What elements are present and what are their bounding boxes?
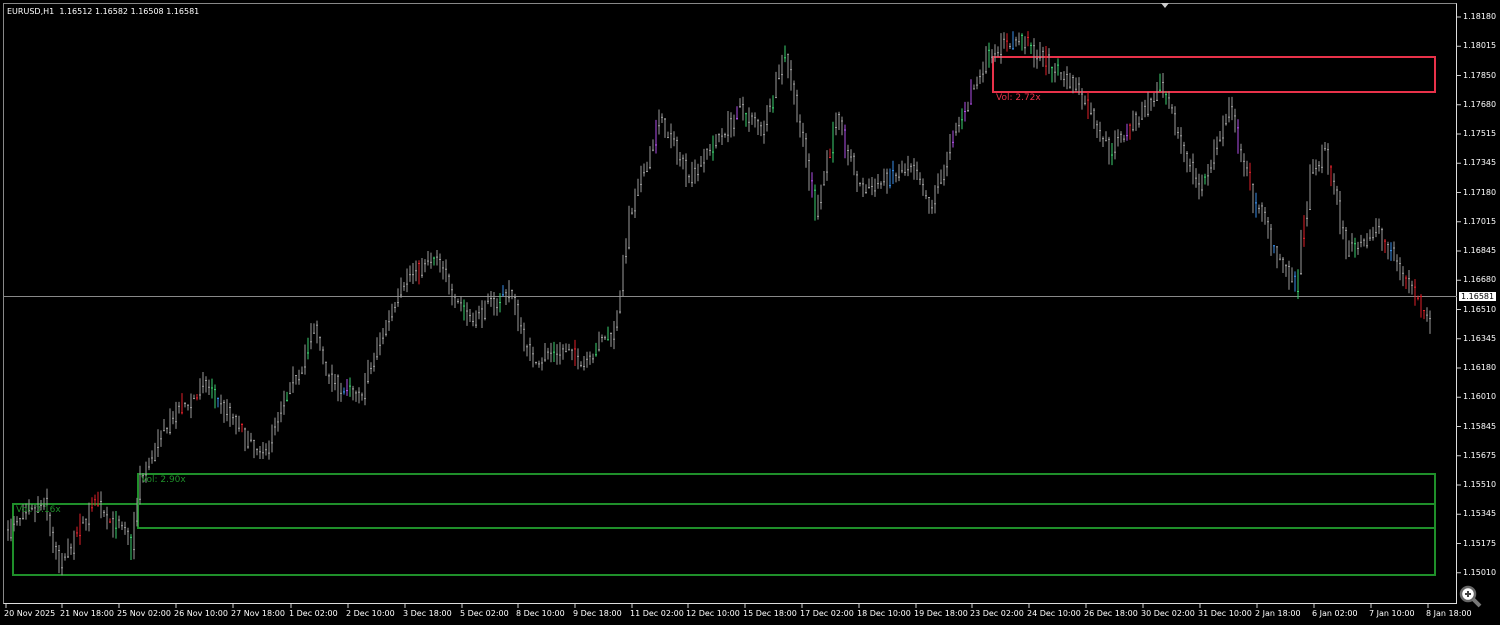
time-tick-label: 3 Dec 18:00: [403, 609, 452, 618]
zone-label: Vol: 3.16x: [16, 505, 61, 515]
zoom-in-icon[interactable]: [1458, 584, 1482, 608]
time-tick-label: 18 Dec 10:00: [857, 609, 911, 618]
zone-label: Vol: 2.90x: [141, 475, 186, 485]
time-tick-label: 5 Dec 02:00: [460, 609, 509, 618]
zone-label: Vol: 2.72x: [996, 93, 1041, 103]
time-tick-label: 25 Nov 02:00: [117, 609, 171, 618]
price-tick-label: 1.15510: [1463, 480, 1497, 489]
time-tick-label: 27 Nov 18:00: [231, 609, 285, 618]
price-tick-label: 1.16180: [1463, 363, 1497, 372]
time-tick-label: 2 Dec 10:00: [346, 609, 395, 618]
price-tick-label: 1.18015: [1463, 41, 1497, 51]
candles-layer: [4, 16, 1461, 608]
price-tick-label: 1.15010: [1463, 567, 1497, 577]
current-price-label: 1.16581: [1459, 292, 1497, 301]
time-tick-label: 26 Nov 10:00: [174, 609, 228, 618]
price-tick-label: 1.17680: [1463, 99, 1497, 109]
time-tick-label: 9 Dec 18:00: [573, 609, 622, 618]
price-tick-label: 1.16680: [1463, 275, 1497, 285]
time-tick-label: 31 Dec 10:00: [1198, 609, 1252, 618]
chart-shift-marker-icon[interactable]: [1161, 3, 1169, 8]
time-tick-label: 17 Dec 02:00: [800, 609, 854, 618]
time-tick-label: 6 Jan 02:00: [1312, 609, 1358, 618]
price-tick-label: 1.15845: [1463, 421, 1497, 431]
price-tick-label: 1.16510: [1463, 304, 1497, 314]
time-tick-label: 12 Dec 10:00: [686, 609, 740, 618]
time-tick-label: 24 Dec 10:00: [1027, 609, 1081, 618]
symbol-label: EURUSD,H1: [7, 7, 55, 16]
supply-zone: [992, 56, 1436, 93]
time-tick-label: 19 Dec 18:00: [914, 609, 968, 618]
ohlc-values: 1.16512 1.16582 1.16508 1.16581: [59, 7, 200, 16]
price-tick-label: 1.15345: [1463, 509, 1497, 519]
price-tick-label: 1.15675: [1463, 450, 1497, 460]
time-tick-label: 26 Dec 18:00: [1084, 609, 1138, 618]
time-tick-label: 8 Dec 10:00: [516, 609, 565, 618]
demand-zone: [137, 473, 1436, 529]
time-tick-label: 11 Dec 02:00: [630, 609, 684, 618]
price-tick-label: 1.16345: [1463, 333, 1497, 343]
price-tick-label: 1.17015: [1463, 216, 1497, 226]
time-tick-label: 1 Dec 02:00: [289, 609, 338, 618]
chart-header: EURUSD,H1 1.16512 1.16582 1.16508 1.1658…: [7, 7, 199, 16]
price-tick-label: 1.17515: [1463, 129, 1497, 138]
time-tick-label: 20 Nov 2025: [4, 609, 56, 618]
price-tick-label: 1.17345: [1463, 158, 1497, 168]
price-tick-label: 1.16845: [1463, 246, 1497, 255]
time-tick-label: 2 Jan 18:00: [1255, 609, 1301, 618]
time-tick-label: 21 Nov 18:00: [60, 609, 114, 618]
time-tick-label: 7 Jan 10:00: [1369, 609, 1415, 618]
time-tick-label: 8 Jan 18:00: [1426, 609, 1472, 618]
time-tick-label: 23 Dec 02:00: [970, 609, 1024, 618]
price-tick-label: 1.17180: [1463, 187, 1497, 197]
price-tick-label: 1.15175: [1463, 538, 1497, 548]
price-tick-label: 1.16010: [1463, 392, 1497, 402]
time-tick-label: 30 Dec 02:00: [1141, 609, 1195, 618]
price-tick-label: 1.17850: [1463, 70, 1497, 80]
demand-zone: [12, 503, 1436, 576]
price-tick-label: 1.18180: [1463, 12, 1497, 21]
time-tick-label: 15 Dec 18:00: [743, 609, 797, 618]
